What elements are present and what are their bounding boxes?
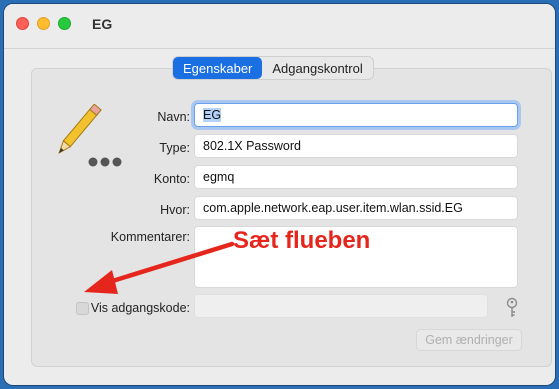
keychain-item-window: EG Egenskaber Adgangskontrol Navn: EG Ty… [4,4,555,385]
key-icon[interactable] [504,297,520,319]
tab-adgangskontrol[interactable]: Adgangskontrol [262,57,372,79]
title-bar: EG [4,4,555,49]
name-label: Navn: [157,110,190,124]
type-label: Type: [159,141,190,155]
annotation-text: Sæt flueben [233,227,371,254]
name-field-value: EG [203,108,222,122]
save-changes-button[interactable]: Gem ændringer [416,329,522,351]
where-label: Hvor: [160,203,190,217]
show-password-label: Vis adgangskode: [90,301,190,315]
window-title: EG [92,16,113,32]
account-field[interactable]: egmq [194,165,518,189]
name-field[interactable]: EG [194,103,518,127]
comments-label: Kommentarer: [110,230,190,244]
close-icon[interactable] [16,17,29,30]
tab-bar: Egenskaber Adgangskontrol [172,56,374,80]
minimize-icon[interactable] [37,17,50,30]
account-label: Konto: [153,172,190,186]
type-field[interactable]: 802.1X Password [194,134,518,158]
where-field[interactable]: com.apple.network.eap.user.item.wlan.ssi… [194,196,518,220]
zoom-icon[interactable] [58,17,71,30]
password-field[interactable] [194,294,488,318]
tab-egenskaber[interactable]: Egenskaber [173,57,263,79]
